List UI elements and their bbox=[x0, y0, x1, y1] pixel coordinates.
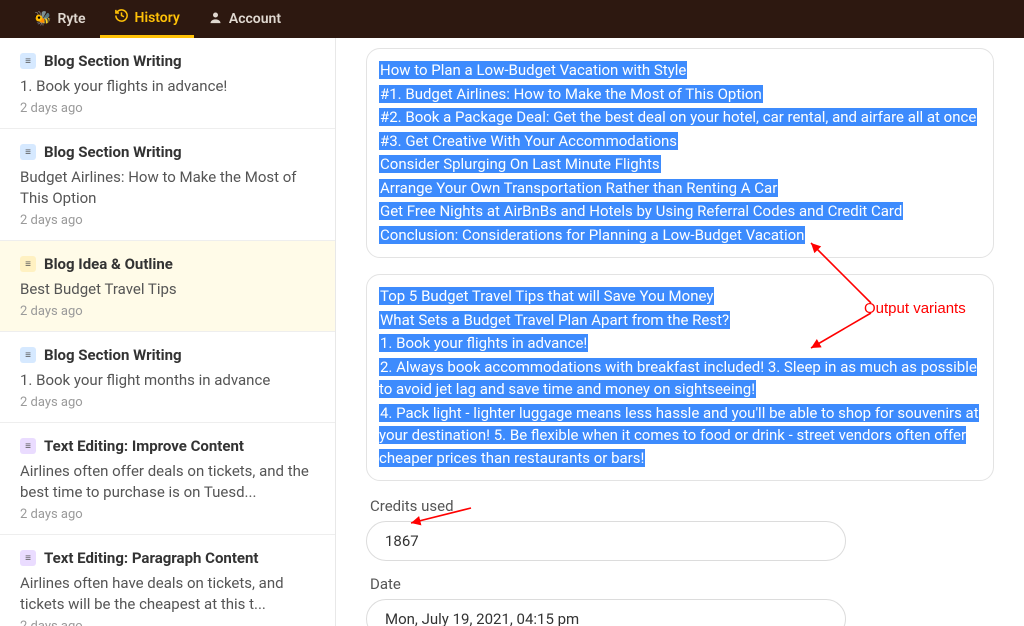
annotation-label: Output variants bbox=[864, 300, 966, 317]
history-item-time: 2 days ago bbox=[20, 619, 315, 626]
credits-value: 1867 bbox=[366, 521, 846, 561]
account-icon bbox=[208, 10, 223, 29]
history-item-title: Blog Idea & Outline bbox=[44, 255, 173, 273]
history-item-preview: Best Budget Travel Tips bbox=[20, 279, 315, 300]
history-item-preview: Airlines often offer deals on tickets, a… bbox=[20, 461, 315, 503]
output-line: Arrange Your Own Transportation Rather t… bbox=[379, 177, 981, 200]
history-type-icon: ≡ bbox=[20, 347, 36, 363]
top-nav-bar: 🐝 Ryte History Account bbox=[0, 0, 1024, 38]
history-item-preview: Budget Airlines: How to Make the Most of… bbox=[20, 167, 315, 209]
history-item-preview: 1. Book your flight months in advance bbox=[20, 370, 315, 391]
credits-label: Credits used bbox=[370, 497, 994, 515]
history-item-time: 2 days ago bbox=[20, 395, 315, 410]
nav-history[interactable]: History bbox=[100, 0, 194, 38]
date-value: Mon, July 19, 2021, 04:15 pm bbox=[366, 599, 846, 626]
date-label: Date bbox=[370, 575, 994, 593]
output-line: Conclusion: Considerations for Planning … bbox=[379, 224, 981, 247]
logo-icon: 🐝 bbox=[34, 11, 51, 27]
history-item[interactable]: ≡ Blog Section Writing 1. Book your flig… bbox=[0, 332, 335, 423]
output-line: 4. Pack light - lighter luggage means le… bbox=[379, 402, 981, 470]
nav-history-label: History bbox=[135, 10, 180, 26]
history-type-icon: ≡ bbox=[20, 53, 36, 69]
history-type-icon: ≡ bbox=[20, 438, 36, 454]
history-type-icon: ≡ bbox=[20, 144, 36, 160]
main-panel: How to Plan a Low-Budget Vacation with S… bbox=[336, 38, 1024, 626]
history-item-time: 2 days ago bbox=[20, 507, 315, 522]
nav-brand-label: Ryte bbox=[57, 11, 85, 27]
output-line: 1. Book your flights in advance! bbox=[379, 332, 981, 355]
history-sidebar[interactable]: ≡ Blog Section Writing 1. Book your flig… bbox=[0, 38, 336, 626]
nav-brand[interactable]: 🐝 Ryte bbox=[20, 0, 100, 38]
output-variant-card[interactable]: How to Plan a Low-Budget Vacation with S… bbox=[366, 48, 994, 258]
history-item[interactable]: ≡ Blog Idea & Outline Best Budget Travel… bbox=[0, 241, 335, 332]
output-line: 2. Always book accommodations with break… bbox=[379, 356, 981, 401]
history-item-time: 2 days ago bbox=[20, 304, 315, 319]
history-item-time: 2 days ago bbox=[20, 213, 315, 228]
history-item-title: Text Editing: Paragraph Content bbox=[44, 549, 259, 567]
output-line: #3. Get Creative With Your Accommodation… bbox=[379, 130, 981, 153]
history-item-title: Blog Section Writing bbox=[44, 52, 182, 70]
history-item[interactable]: ≡ Text Editing: Improve Content Airlines… bbox=[0, 423, 335, 535]
output-line: #1. Budget Airlines: How to Make the Mos… bbox=[379, 83, 981, 106]
history-item[interactable]: ≡ Blog Section Writing Budget Airlines: … bbox=[0, 129, 335, 241]
nav-account-label: Account bbox=[229, 11, 281, 27]
history-item-preview: 1. Book your flights in advance! bbox=[20, 76, 315, 97]
output-line: Consider Splurging On Last Minute Flight… bbox=[379, 153, 981, 176]
history-item-title: Blog Section Writing bbox=[44, 143, 182, 161]
history-type-icon: ≡ bbox=[20, 550, 36, 566]
output-line: Get Free Nights at AirBnBs and Hotels by… bbox=[379, 200, 981, 223]
history-icon bbox=[114, 8, 129, 27]
history-type-icon: ≡ bbox=[20, 256, 36, 272]
output-line: How to Plan a Low-Budget Vacation with S… bbox=[379, 59, 981, 82]
history-item-preview: Airlines often have deals on tickets, an… bbox=[20, 573, 315, 615]
history-item-title: Blog Section Writing bbox=[44, 346, 182, 364]
nav-account[interactable]: Account bbox=[194, 0, 295, 38]
history-item[interactable]: ≡ Text Editing: Paragraph Content Airlin… bbox=[0, 535, 335, 626]
output-line: #2. Book a Package Deal: Get the best de… bbox=[379, 106, 981, 129]
history-item-time: 2 days ago bbox=[20, 101, 315, 116]
history-item[interactable]: ≡ Blog Section Writing 1. Book your flig… bbox=[0, 38, 335, 129]
history-item-title: Text Editing: Improve Content bbox=[44, 437, 244, 455]
